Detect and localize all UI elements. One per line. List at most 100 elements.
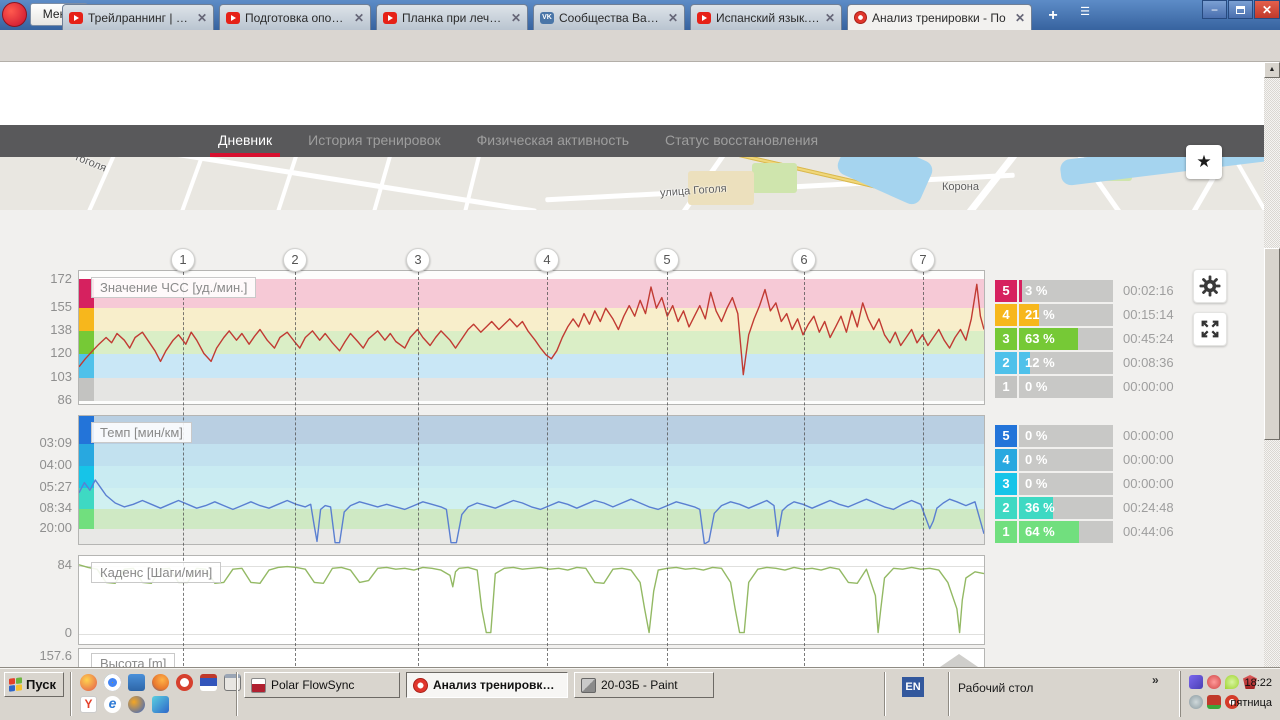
window-maximize-button[interactable] [1228, 0, 1253, 19]
browser-tab-bar: Меню Трейлраннинг | Упражн ✕ Подготовка … [0, 0, 1280, 30]
pace-chart[interactable]: Темп [мин/км] [78, 415, 985, 545]
km-marker-6: 6 [792, 248, 816, 272]
hr-ytick: 120 [38, 345, 72, 360]
quicklaunch-ie-icon[interactable]: e [104, 696, 121, 713]
zone-number: 1 [995, 376, 1017, 398]
chart-fullscreen-button[interactable] [1193, 312, 1227, 346]
quicklaunch-home-icon[interactable] [128, 674, 145, 691]
zone-time: 00:00:00 [1123, 473, 1193, 495]
system-tray: 18:22 пятница [1180, 671, 1276, 717]
pace-zone-row-1: 1 64 % 00:44:06 [995, 521, 1195, 543]
windows-logo-icon [9, 677, 22, 691]
tab-close-icon[interactable]: ✕ [197, 11, 207, 25]
youtube-icon [226, 12, 240, 24]
quicklaunch-player-icon[interactable] [128, 696, 145, 713]
zone-time: 00:02:16 [1123, 280, 1193, 302]
quicklaunch-chrome-icon[interactable] [104, 674, 121, 691]
quicklaunch-firefox-icon[interactable] [152, 674, 169, 691]
pace-ytick: 05:27 [38, 479, 72, 494]
pace-ytick: 20:00 [38, 520, 72, 535]
tray-icon-2[interactable] [1207, 675, 1221, 689]
hr-ytick: 172 [38, 271, 72, 286]
chart-settings-button[interactable] [1193, 269, 1227, 303]
vk-icon: VK [540, 12, 554, 24]
window-minimize-button[interactable]: − [1202, 0, 1227, 19]
quicklaunch-app-icon[interactable] [152, 696, 169, 713]
quicklaunch-yandex-icon[interactable]: Y [80, 696, 97, 713]
pace-zone-row-2: 2 36 % 00:24:48 [995, 497, 1195, 519]
tab-title: Анализ тренировки - По [872, 11, 1010, 25]
zone-percent: 21 % [1025, 304, 1055, 326]
opera-icon [413, 678, 428, 693]
heart-rate-chart[interactable]: Значение ЧСС [уд./мин.] [78, 270, 985, 405]
hr-zone-row-4: 4 21 % 00:15:14 [995, 304, 1195, 326]
km-marker-2: 2 [283, 248, 307, 272]
language-indicator[interactable]: EN [902, 677, 924, 697]
tray-icon-dictionary[interactable] [1207, 695, 1221, 709]
pace-zone-row-4: 4 0 % 00:00:00 [995, 449, 1195, 471]
zone-number: 5 [995, 425, 1017, 447]
toolbar-chevron[interactable]: » [1152, 673, 1159, 687]
subnav-history[interactable]: История тренировок [308, 125, 440, 157]
subnav-recovery[interactable]: Статус восстановления [665, 125, 818, 157]
opera-menu-icon[interactable] [2, 2, 27, 27]
window-close-button[interactable]: ✕ [1254, 0, 1280, 19]
tab-2[interactable]: Подготовка опорно-дв ✕ [219, 4, 371, 30]
km-marker-5: 5 [655, 248, 679, 272]
tab-close-icon[interactable]: ✕ [1015, 11, 1025, 25]
clock-time: 18:22 [1244, 677, 1272, 689]
tab-close-icon[interactable]: ✕ [511, 11, 521, 25]
youtube-icon [69, 12, 83, 24]
start-button[interactable]: Пуск [4, 672, 64, 697]
youtube-icon [697, 12, 711, 24]
quicklaunch-window-icon[interactable] [224, 674, 241, 691]
cadence-ytick: 0 [38, 625, 72, 640]
new-tab-button[interactable]: + [1040, 6, 1066, 26]
paint-icon [581, 678, 596, 693]
zone-number: 4 [995, 449, 1017, 471]
tab-5[interactable]: Испанский язык. Pasad ✕ [690, 4, 842, 30]
km-marker-3: 3 [406, 248, 430, 272]
zone-percent: 0 % [1025, 449, 1047, 471]
hr-ytick: 86 [38, 392, 72, 407]
tab-close-icon[interactable]: ✕ [354, 11, 364, 25]
tab-1[interactable]: Трейлраннинг | Упражн ✕ [62, 4, 214, 30]
task-button-opera-active[interactable]: Анализ тренировки - ... [406, 672, 568, 698]
zone-time: 00:08:36 [1123, 352, 1193, 374]
quicklaunch-opera-icon[interactable] [176, 674, 193, 691]
tray-icon-3[interactable] [1225, 675, 1239, 689]
subnav-activity[interactable]: Физическая активность [477, 125, 629, 157]
zone-number: 4 [995, 304, 1017, 326]
zone-percent: 0 % [1025, 425, 1047, 447]
tab-6-active[interactable]: Анализ тренировки - По ✕ [847, 4, 1032, 30]
tab-3[interactable]: Планка при лечении по ✕ [376, 4, 528, 30]
hr-zone-row-3: 3 63 % 00:45:24 [995, 328, 1195, 350]
zone-number: 2 [995, 352, 1017, 374]
tab-close-icon[interactable]: ✕ [825, 11, 835, 25]
scrollbar-thumb[interactable] [1264, 248, 1280, 440]
cadence-chart[interactable]: Каденс [Шаги/мин] [78, 555, 985, 645]
tab-list-button[interactable]: ☰ [1072, 6, 1098, 26]
task-button-flowsync[interactable]: Polar FlowSync [244, 672, 400, 698]
quicklaunch-flowsync-icon[interactable] [200, 674, 217, 691]
subnav-diary[interactable]: Дневник [218, 125, 272, 157]
tab-close-icon[interactable]: ✕ [668, 11, 678, 25]
altitude-chart[interactable]: Высота [m] [78, 648, 985, 668]
tray-icon-1[interactable] [1189, 675, 1203, 689]
quicklaunch-amigo-icon[interactable] [80, 674, 97, 691]
tab-4[interactable]: VK Сообщества Василия Лу ✕ [533, 4, 685, 30]
zone-time: 00:00:00 [1123, 425, 1193, 447]
favorite-route-button[interactable]: ★ [1186, 145, 1222, 179]
tray-icon-webcam[interactable] [1189, 695, 1203, 709]
zone-bar-fill [1019, 280, 1022, 302]
page-scrollbar[interactable]: ▲ [1264, 62, 1280, 668]
tab-title: Трейлраннинг | Упражн [88, 11, 192, 25]
scroll-up-button[interactable]: ▲ [1264, 62, 1280, 78]
task-button-paint[interactable]: 20-03Б - Paint [574, 672, 714, 698]
tab-title: Подготовка опорно-дв [245, 11, 349, 25]
hr-zone-row-1: 1 0 % 00:00:00 [995, 376, 1195, 398]
desktop-toolbar-label[interactable]: Рабочий стол [958, 681, 1033, 695]
cadence-chart-title: Каденс [Шаги/мин] [91, 562, 221, 583]
zone-number: 1 [995, 521, 1017, 543]
route-map[interactable]: гоголя Корона улица Гоголя 500 m © 2020 … [0, 157, 1280, 210]
